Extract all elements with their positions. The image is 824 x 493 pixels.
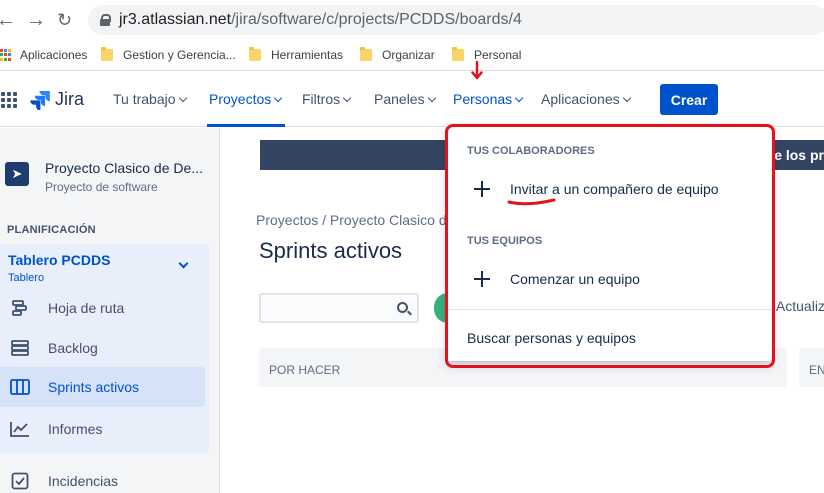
plus-icon	[474, 181, 490, 197]
rocket-icon: ➤	[11, 166, 23, 181]
nav-label: Personas	[453, 91, 513, 107]
nav-aplicaciones[interactable]: Aplicaciones	[541, 91, 631, 107]
nav-filtros[interactable]: Filtros	[302, 91, 352, 107]
bookmark-aplicaciones[interactable]: Aplicaciones	[0, 45, 87, 65]
breadcrumb[interactable]: Proyectos / Proyecto Clasico d	[256, 212, 447, 228]
project-name[interactable]: Proyecto Clasico de De...	[45, 160, 203, 176]
roadmap-icon	[10, 298, 30, 318]
chevron-down-icon	[178, 93, 187, 102]
url-field[interactable]: jr3.atlassian.net/jira/software/c/projec…	[88, 5, 824, 35]
backlog-icon	[10, 338, 30, 358]
nav-label: Filtros	[302, 91, 341, 107]
jira-logo-icon	[30, 90, 50, 110]
nav-proyectos[interactable]: Proyectos	[209, 91, 283, 107]
bookmarks-bar: Aplicaciones Gestion y Gerencia... Herra…	[0, 40, 824, 71]
active-nav-underline	[207, 124, 285, 127]
sidebar-item-label: Backlog	[48, 340, 98, 356]
nav-label: Paneles	[374, 91, 425, 107]
app-switcher-icon[interactable]	[1, 92, 17, 108]
sidebar-item-informes[interactable]: Informes	[0, 409, 205, 449]
project-sidebar: ➤ Proyecto Clasico de De... Proyecto de …	[0, 128, 220, 493]
nav-label: Proyectos	[209, 91, 272, 107]
invite-teammate-item[interactable]: Invitar a un compañero de equipo	[446, 169, 772, 209]
column-title: EN	[809, 363, 824, 377]
nav-paneles[interactable]: Paneles	[374, 91, 436, 107]
nav-tu-trabajo[interactable]: Tu trabajo	[113, 91, 187, 107]
folder-icon	[101, 47, 113, 61]
issues-icon	[10, 471, 30, 491]
dropdown-divider	[446, 309, 772, 310]
chevron-down-icon	[514, 93, 524, 102]
column-header-en-curso: EN	[799, 348, 824, 387]
board-title[interactable]: Tablero PCDDS	[8, 252, 110, 268]
folder-icon	[452, 47, 464, 61]
chevron-down-icon	[427, 93, 436, 102]
bookmark-label: Organizar	[382, 48, 435, 62]
bookmark-herramientas[interactable]: Herramientas	[249, 45, 343, 65]
planning-section-title: PLANIFICACIÓN	[7, 224, 96, 236]
forward-arrow-icon[interactable]: →	[26, 8, 46, 32]
sidebar-item-label: Sprints activos	[48, 379, 140, 395]
start-team-item[interactable]: Comenzar un equipo	[446, 259, 772, 299]
sidebar-item-hoja-de-ruta[interactable]: Hoja de ruta	[0, 288, 205, 328]
sidebar-item-incidencias[interactable]: Incidencias	[0, 461, 205, 493]
nav-label: Aplicaciones	[541, 91, 620, 107]
url-path: /jira/software/c/projects/PCDDS/boards/4	[231, 11, 522, 28]
project-type: Proyecto de software	[45, 180, 158, 194]
bookmark-organizar[interactable]: Organizar	[360, 45, 435, 65]
bookmark-label: Aplicaciones	[20, 48, 88, 62]
menu-item-label: Comenzar un equipo	[510, 271, 640, 287]
nav-label: Tu trabajo	[113, 91, 176, 107]
chevron-down-icon	[622, 93, 631, 102]
search-people-teams-link[interactable]: Buscar personas y equipos	[467, 330, 636, 346]
column-title: POR HACER	[269, 363, 341, 377]
apps-grid-icon	[0, 49, 12, 61]
url-host: jr3.atlassian.net	[119, 11, 232, 28]
board-columns-icon	[10, 377, 30, 397]
jira-logo-text: Jira	[55, 89, 85, 109]
bookmark-label: Personal	[474, 48, 522, 62]
personas-dropdown-menu: TUS COLABORADORES Invitar a un compañero…	[446, 124, 772, 361]
folder-icon	[249, 47, 261, 61]
dropdown-section-equipos: TUS EQUIPOS	[467, 235, 543, 247]
bookmark-personal[interactable]: Personal	[452, 45, 521, 65]
page-title: Sprints activos	[259, 238, 403, 263]
sidebar-item-label: Hoja de ruta	[48, 300, 125, 316]
back-arrow-icon[interactable]: ←	[0, 8, 16, 32]
search-icon	[397, 302, 408, 313]
board-search-input[interactable]	[259, 293, 419, 323]
reload-icon[interactable]: ↻	[57, 8, 72, 32]
browser-address-bar: ← → ↻ jr3.atlassian.net/jira/software/c/…	[0, 0, 824, 40]
chevron-down-icon	[342, 93, 352, 102]
menu-item-label: Invitar a un compañero de equipo	[510, 181, 719, 197]
jira-top-nav: Jira Tu trabajo Proyectos Filtros Panele…	[0, 72, 824, 127]
dropdown-section-colaboradores: TUS COLABORADORES	[467, 145, 595, 157]
chevron-down-icon[interactable]	[178, 258, 189, 269]
banner-text: de los pr	[765, 147, 824, 163]
nav-personas[interactable]: Personas	[453, 91, 524, 107]
chevron-down-icon	[274, 93, 283, 102]
board-subtitle: Tablero	[8, 272, 45, 284]
sidebar-item-label: Incidencias	[48, 473, 119, 489]
jira-logo[interactable]: Jira	[30, 89, 84, 110]
bookmark-gestion[interactable]: Gestion y Gerencia...	[101, 45, 236, 65]
bookmark-label: Herramientas	[271, 48, 344, 62]
folder-icon	[360, 47, 372, 61]
chart-line-icon	[10, 419, 30, 439]
sidebar-item-label: Informes	[48, 421, 103, 437]
create-button[interactable]: Crear	[660, 84, 718, 115]
project-avatar[interactable]: ➤	[5, 162, 29, 186]
plus-icon	[474, 271, 490, 287]
annotation-arrow-icon	[471, 61, 483, 80]
last-updated-text: e Actualiz	[765, 298, 824, 314]
lock-icon	[100, 14, 111, 26]
bookmark-label: Gestion y Gerencia...	[123, 48, 236, 62]
sidebar-item-backlog[interactable]: Backlog	[0, 328, 205, 368]
sidebar-item-sprints-activos[interactable]: Sprints activos	[0, 367, 205, 407]
